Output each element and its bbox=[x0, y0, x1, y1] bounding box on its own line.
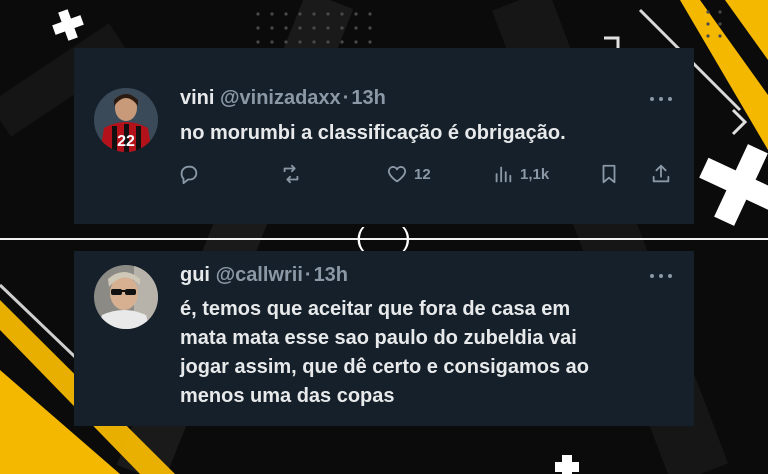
bookmark-button[interactable] bbox=[598, 160, 620, 188]
avatar[interactable] bbox=[94, 265, 158, 329]
avatar[interactable]: 22 bbox=[94, 88, 158, 152]
more-dot-icon bbox=[659, 274, 663, 278]
bookmark-icon bbox=[602, 164, 616, 184]
share-button[interactable] bbox=[650, 160, 672, 188]
tweet-header: gui @callwrii · 13h bbox=[180, 263, 348, 287]
tweet-card[interactable]: 22 vini @vinizadaxx · 13h no morumbi a cla… bbox=[74, 48, 694, 224]
more-dot-icon bbox=[668, 97, 672, 101]
tweet-card[interactable]: gui @callwrii · 13h é, temos que aceitar q… bbox=[74, 251, 694, 426]
retweet-icon bbox=[283, 164, 299, 184]
like-button[interactable]: 12 bbox=[386, 160, 431, 188]
view-count: 1,1k bbox=[520, 165, 550, 183]
reply-icon bbox=[180, 165, 198, 185]
timestamp[interactable]: 13h bbox=[351, 87, 385, 109]
tweet-text: é, temos que aceitar que fora de casa em… bbox=[180, 298, 590, 407]
views-button[interactable]: 1,1k bbox=[492, 160, 549, 188]
reply-button[interactable] bbox=[178, 160, 200, 188]
tweet-actions: 12 1,1k bbox=[174, 160, 674, 188]
tweet-text: no morumbi a classificação é obrigação. bbox=[180, 122, 566, 144]
divider-right-paren: ) bbox=[402, 222, 411, 252]
display-name[interactable]: gui bbox=[180, 264, 210, 286]
user-handle[interactable]: @callwrii bbox=[216, 264, 303, 286]
section-divider bbox=[0, 238, 768, 240]
divider-left-paren: ( bbox=[356, 222, 365, 252]
tweet-header: vini @vinizadaxx · 13h bbox=[180, 86, 386, 110]
svg-text:22: 22 bbox=[117, 133, 135, 150]
more-options-button[interactable] bbox=[650, 271, 672, 281]
user-handle[interactable]: @vinizadaxx bbox=[220, 87, 341, 109]
avatar-man-sunglasses-icon bbox=[94, 265, 158, 329]
timestamp[interactable]: 13h bbox=[314, 264, 348, 286]
separator-dot: · bbox=[304, 264, 312, 286]
more-dot-icon bbox=[650, 97, 654, 101]
like-count: 12 bbox=[414, 165, 431, 183]
display-name[interactable]: vini bbox=[180, 87, 214, 109]
heart-icon bbox=[387, 166, 407, 183]
more-dot-icon bbox=[650, 274, 654, 278]
retweet-button[interactable] bbox=[280, 160, 302, 188]
views-icon bbox=[495, 166, 512, 183]
more-options-button[interactable] bbox=[650, 94, 672, 104]
share-icon bbox=[652, 164, 670, 183]
separator-dot: · bbox=[342, 87, 350, 109]
avatar-player-icon: 22 bbox=[94, 88, 158, 152]
more-dot-icon bbox=[659, 97, 663, 101]
more-dot-icon bbox=[668, 274, 672, 278]
